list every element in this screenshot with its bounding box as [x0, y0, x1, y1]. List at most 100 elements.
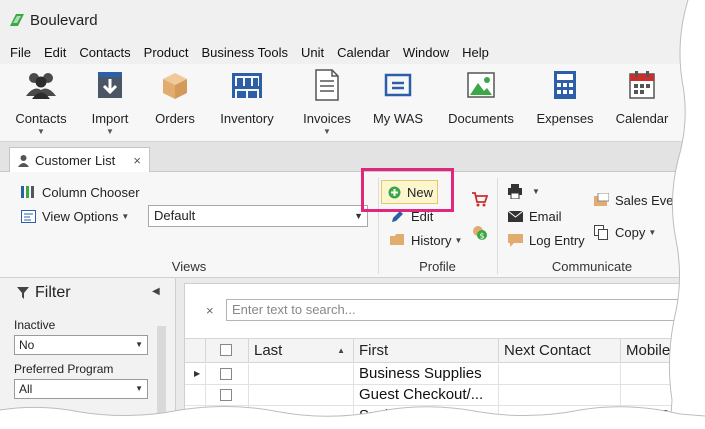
cell-mobile: (702)3...	[620, 406, 705, 426]
view-select[interactable]: Default ▼	[148, 205, 368, 227]
folder-icon	[389, 232, 405, 248]
chevron-down-icon: ▼	[323, 127, 331, 136]
row-checkbox[interactable]	[220, 389, 232, 401]
grid-header: Last ▲ First Next Contact Mobile	[185, 338, 705, 363]
chevron-down-icon: ▼	[37, 127, 45, 136]
app-window: Boulevard File Edit Contacts Product Bus…	[0, 0, 705, 429]
ribbon-orders-button[interactable]: Orders	[152, 68, 198, 138]
calendar-icon	[625, 68, 659, 102]
money-icon[interactable]: $	[472, 225, 488, 244]
menu-help[interactable]: Help	[462, 45, 489, 60]
menu-business-tools[interactable]: Business Tools	[201, 45, 287, 60]
row-checkbox[interactable]	[220, 410, 232, 422]
command-ribbon: Column Chooser View Options ▼ Default ▼ …	[0, 172, 705, 278]
chevron-down-icon: ▼	[454, 235, 463, 245]
highlight-frame	[361, 168, 454, 212]
cell-first: Guest Checkout/...	[353, 385, 498, 405]
history-button[interactable]: History ▼	[389, 232, 462, 248]
copy-icon	[593, 224, 609, 240]
column-header-next-contact[interactable]: Next Contact	[498, 339, 620, 362]
column-chooser-button[interactable]: Column Chooser	[20, 184, 140, 200]
select-all-column	[205, 339, 248, 362]
ribbon-more-button[interactable]: O	[690, 68, 705, 138]
cell-first: Suzie Consultant	[353, 406, 498, 426]
column-header-last[interactable]: Last ▲	[248, 339, 353, 362]
ribbon-import-button[interactable]: Import ▼	[88, 68, 132, 138]
menu-window[interactable]: Window	[403, 45, 449, 60]
title-bar: Boulevard	[0, 0, 705, 40]
chevron-down-icon: ▼	[648, 227, 657, 237]
cell-mobile	[620, 364, 705, 384]
view-options-icon	[20, 208, 36, 224]
cell-next-contact	[498, 385, 620, 405]
cell-last	[248, 406, 353, 426]
import-icon	[93, 68, 127, 102]
column-header-first[interactable]: First	[353, 339, 498, 362]
box-icon	[158, 68, 192, 102]
menu-contacts[interactable]: Contacts	[79, 45, 130, 60]
document-tab-strip: Customer List ×	[0, 142, 705, 173]
menu-file[interactable]: File	[10, 45, 31, 60]
grid-search-input[interactable]: Enter text to search...	[226, 299, 705, 321]
inventory-shelf-icon	[230, 68, 264, 102]
ribbon-calendar-button[interactable]: Calendar	[614, 68, 670, 138]
sort-ascending-icon: ▲	[337, 346, 345, 355]
inactive-select[interactable]: No ▼	[14, 335, 148, 355]
image-document-icon	[464, 68, 498, 102]
ribbon-inventory-button[interactable]: Inventory	[218, 68, 276, 138]
cart-icon[interactable]	[472, 192, 489, 210]
menu-product[interactable]: Product	[144, 45, 189, 60]
cell-first: Business Supplies	[353, 364, 498, 384]
row-checkbox[interactable]	[220, 368, 232, 380]
print-button[interactable]: ▼	[507, 183, 540, 199]
table-row[interactable]: Guest Checkout/...	[185, 385, 705, 406]
table-row[interactable]: ▶ Business Supplies	[185, 364, 705, 385]
view-options-button[interactable]: View Options ▼	[20, 208, 129, 224]
preferred-program-label: Preferred Program	[14, 362, 114, 376]
ribbon-expenses-button[interactable]: Expenses	[536, 68, 594, 138]
filter-scrollbar[interactable]	[157, 326, 166, 429]
views-group-label: Views	[171, 259, 207, 274]
cell-next-contact	[498, 406, 620, 426]
more-icon	[690, 68, 705, 102]
preferred-program-select[interactable]: All ▼	[14, 379, 148, 399]
funnel-icon	[17, 287, 29, 299]
menu-bar: File Edit Contacts Product Business Tool…	[0, 40, 705, 64]
person-icon	[18, 155, 29, 167]
menu-unit[interactable]: Unit	[301, 45, 324, 60]
chevron-down-icon: ▼	[121, 211, 130, 221]
filter-header: Filter	[17, 284, 71, 302]
app-logo-icon	[10, 14, 24, 26]
menu-edit[interactable]: Edit	[44, 45, 66, 60]
column-header-mobile[interactable]: Mobile	[620, 339, 705, 362]
select-all-checkbox[interactable]	[220, 344, 232, 356]
chat-bubble-icon	[507, 232, 523, 248]
cell-last	[248, 364, 353, 384]
group-divider	[686, 178, 687, 274]
table-row[interactable]: Suzie Consultant (702)3...	[185, 406, 705, 427]
ribbon-mywas-button[interactable]: My WAS	[373, 68, 423, 138]
tab-customer-list-label: Customer List	[35, 153, 116, 168]
clear-search-icon[interactable]: ×	[206, 303, 214, 318]
tab-close-icon[interactable]: ×	[133, 153, 141, 168]
ribbon-documents-button[interactable]: Documents	[446, 68, 516, 138]
email-button[interactable]: Email	[507, 208, 562, 224]
tab-customer-list[interactable]: Customer List ×	[9, 147, 150, 173]
collapse-left-icon[interactable]: ◀	[152, 286, 160, 297]
cell-next-contact	[498, 364, 620, 384]
filter-title: Filter	[35, 284, 71, 301]
column-chooser-icon	[20, 184, 36, 200]
menu-calendar[interactable]: Calendar	[337, 45, 390, 60]
communicate-group-label: Communicate	[551, 259, 633, 274]
copy-button[interactable]: Copy ▼	[593, 224, 656, 240]
ribbon-invoices-button[interactable]: Invoices ▼	[301, 68, 353, 138]
profile-group-label: Profile	[419, 259, 456, 274]
sales-event-button[interactable]: Sales Event	[593, 192, 684, 208]
envelope-icon	[507, 208, 523, 224]
chevron-down-icon: ▼	[106, 127, 114, 136]
ribbon-contacts-button[interactable]: Contacts ▼	[14, 68, 68, 138]
customer-grid: × Enter text to search... Last ▲ First N…	[184, 283, 705, 429]
log-entry-button[interactable]: Log Entry	[507, 232, 585, 248]
cell-last	[248, 385, 353, 405]
main-ribbon: Contacts ▼ Import ▼ Orders Inventory Inv…	[0, 64, 705, 142]
